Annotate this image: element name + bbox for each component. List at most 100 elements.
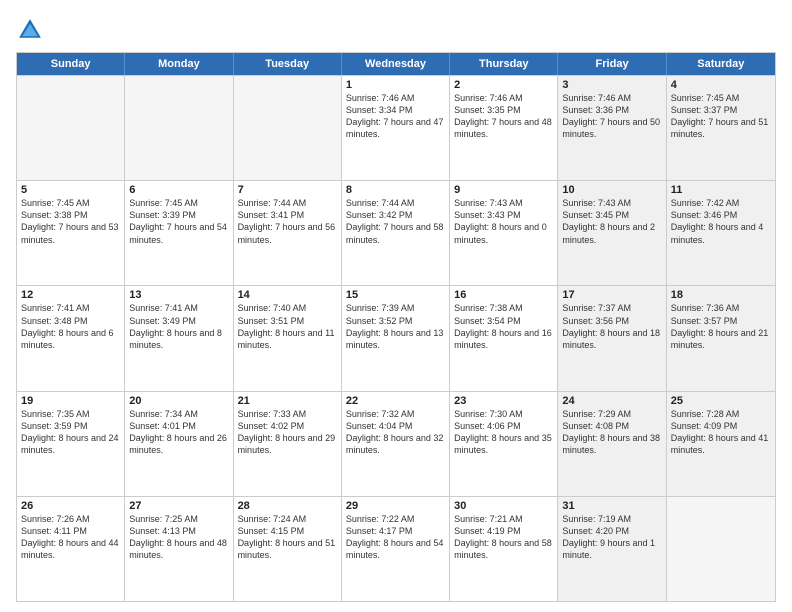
calendar-day-23: 23Sunrise: 7:30 AM Sunset: 4:06 PM Dayli… <box>450 392 558 496</box>
calendar-day-24: 24Sunrise: 7:29 AM Sunset: 4:08 PM Dayli… <box>558 392 666 496</box>
day-number: 9 <box>454 184 553 196</box>
calendar-day-31: 31Sunrise: 7:19 AM Sunset: 4:20 PM Dayli… <box>558 497 666 601</box>
calendar-day-3: 3Sunrise: 7:46 AM Sunset: 3:36 PM Daylig… <box>558 76 666 180</box>
calendar-day-2: 2Sunrise: 7:46 AM Sunset: 3:35 PM Daylig… <box>450 76 558 180</box>
calendar-day-6: 6Sunrise: 7:45 AM Sunset: 3:39 PM Daylig… <box>125 181 233 285</box>
day-number: 26 <box>21 500 120 512</box>
calendar-day-5: 5Sunrise: 7:45 AM Sunset: 3:38 PM Daylig… <box>17 181 125 285</box>
day-number: 14 <box>238 289 337 301</box>
calendar-day-7: 7Sunrise: 7:44 AM Sunset: 3:41 PM Daylig… <box>234 181 342 285</box>
cell-info: Sunrise: 7:45 AM Sunset: 3:39 PM Dayligh… <box>129 197 228 246</box>
calendar-day-13: 13Sunrise: 7:41 AM Sunset: 3:49 PM Dayli… <box>125 286 233 390</box>
calendar-day-29: 29Sunrise: 7:22 AM Sunset: 4:17 PM Dayli… <box>342 497 450 601</box>
day-number: 28 <box>238 500 337 512</box>
day-number: 5 <box>21 184 120 196</box>
cell-info: Sunrise: 7:28 AM Sunset: 4:09 PM Dayligh… <box>671 408 771 457</box>
day-number: 29 <box>346 500 445 512</box>
day-number: 21 <box>238 395 337 407</box>
cell-info: Sunrise: 7:25 AM Sunset: 4:13 PM Dayligh… <box>129 513 228 562</box>
day-number: 7 <box>238 184 337 196</box>
calendar-day-8: 8Sunrise: 7:44 AM Sunset: 3:42 PM Daylig… <box>342 181 450 285</box>
calendar-day-4: 4Sunrise: 7:45 AM Sunset: 3:37 PM Daylig… <box>667 76 775 180</box>
calendar-day-1: 1Sunrise: 7:46 AM Sunset: 3:34 PM Daylig… <box>342 76 450 180</box>
calendar-row-4: 19Sunrise: 7:35 AM Sunset: 3:59 PM Dayli… <box>17 391 775 496</box>
calendar-day-14: 14Sunrise: 7:40 AM Sunset: 3:51 PM Dayli… <box>234 286 342 390</box>
day-number: 13 <box>129 289 228 301</box>
day-number: 16 <box>454 289 553 301</box>
calendar-row-1: 1Sunrise: 7:46 AM Sunset: 3:34 PM Daylig… <box>17 75 775 180</box>
cell-info: Sunrise: 7:24 AM Sunset: 4:15 PM Dayligh… <box>238 513 337 562</box>
day-number: 31 <box>562 500 661 512</box>
cell-info: Sunrise: 7:32 AM Sunset: 4:04 PM Dayligh… <box>346 408 445 457</box>
cell-info: Sunrise: 7:46 AM Sunset: 3:34 PM Dayligh… <box>346 92 445 141</box>
calendar-day-16: 16Sunrise: 7:38 AM Sunset: 3:54 PM Dayli… <box>450 286 558 390</box>
calendar-day-10: 10Sunrise: 7:43 AM Sunset: 3:45 PM Dayli… <box>558 181 666 285</box>
calendar-day-11: 11Sunrise: 7:42 AM Sunset: 3:46 PM Dayli… <box>667 181 775 285</box>
calendar-row-5: 26Sunrise: 7:26 AM Sunset: 4:11 PM Dayli… <box>17 496 775 601</box>
cell-info: Sunrise: 7:30 AM Sunset: 4:06 PM Dayligh… <box>454 408 553 457</box>
calendar-empty-cell <box>17 76 125 180</box>
day-number: 11 <box>671 184 771 196</box>
cell-info: Sunrise: 7:34 AM Sunset: 4:01 PM Dayligh… <box>129 408 228 457</box>
calendar-empty-cell <box>234 76 342 180</box>
cell-info: Sunrise: 7:26 AM Sunset: 4:11 PM Dayligh… <box>21 513 120 562</box>
calendar: SundayMondayTuesdayWednesdayThursdayFrid… <box>16 52 776 602</box>
cell-info: Sunrise: 7:22 AM Sunset: 4:17 PM Dayligh… <box>346 513 445 562</box>
weekday-header-friday: Friday <box>558 53 666 75</box>
logo <box>16 16 48 44</box>
cell-info: Sunrise: 7:45 AM Sunset: 3:38 PM Dayligh… <box>21 197 120 246</box>
day-number: 1 <box>346 79 445 91</box>
cell-info: Sunrise: 7:19 AM Sunset: 4:20 PM Dayligh… <box>562 513 661 562</box>
calendar-header: SundayMondayTuesdayWednesdayThursdayFrid… <box>17 53 775 75</box>
calendar-row-3: 12Sunrise: 7:41 AM Sunset: 3:48 PM Dayli… <box>17 285 775 390</box>
day-number: 25 <box>671 395 771 407</box>
cell-info: Sunrise: 7:44 AM Sunset: 3:42 PM Dayligh… <box>346 197 445 246</box>
calendar-day-12: 12Sunrise: 7:41 AM Sunset: 3:48 PM Dayli… <box>17 286 125 390</box>
calendar-day-18: 18Sunrise: 7:36 AM Sunset: 3:57 PM Dayli… <box>667 286 775 390</box>
cell-info: Sunrise: 7:41 AM Sunset: 3:49 PM Dayligh… <box>129 302 228 351</box>
weekday-header-wednesday: Wednesday <box>342 53 450 75</box>
calendar-day-30: 30Sunrise: 7:21 AM Sunset: 4:19 PM Dayli… <box>450 497 558 601</box>
day-number: 15 <box>346 289 445 301</box>
calendar-day-22: 22Sunrise: 7:32 AM Sunset: 4:04 PM Dayli… <box>342 392 450 496</box>
day-number: 24 <box>562 395 661 407</box>
day-number: 17 <box>562 289 661 301</box>
weekday-header-thursday: Thursday <box>450 53 558 75</box>
day-number: 3 <box>562 79 661 91</box>
page: SundayMondayTuesdayWednesdayThursdayFrid… <box>0 0 792 612</box>
weekday-header-tuesday: Tuesday <box>234 53 342 75</box>
calendar-empty-cell <box>125 76 233 180</box>
day-number: 12 <box>21 289 120 301</box>
calendar-day-25: 25Sunrise: 7:28 AM Sunset: 4:09 PM Dayli… <box>667 392 775 496</box>
header <box>16 16 776 44</box>
cell-info: Sunrise: 7:29 AM Sunset: 4:08 PM Dayligh… <box>562 408 661 457</box>
day-number: 4 <box>671 79 771 91</box>
calendar-day-19: 19Sunrise: 7:35 AM Sunset: 3:59 PM Dayli… <box>17 392 125 496</box>
cell-info: Sunrise: 7:45 AM Sunset: 3:37 PM Dayligh… <box>671 92 771 141</box>
calendar-day-27: 27Sunrise: 7:25 AM Sunset: 4:13 PM Dayli… <box>125 497 233 601</box>
calendar-day-28: 28Sunrise: 7:24 AM Sunset: 4:15 PM Dayli… <box>234 497 342 601</box>
calendar-body: 1Sunrise: 7:46 AM Sunset: 3:34 PM Daylig… <box>17 75 775 601</box>
calendar-day-9: 9Sunrise: 7:43 AM Sunset: 3:43 PM Daylig… <box>450 181 558 285</box>
cell-info: Sunrise: 7:46 AM Sunset: 3:35 PM Dayligh… <box>454 92 553 141</box>
day-number: 30 <box>454 500 553 512</box>
day-number: 6 <box>129 184 228 196</box>
day-number: 18 <box>671 289 771 301</box>
cell-info: Sunrise: 7:33 AM Sunset: 4:02 PM Dayligh… <box>238 408 337 457</box>
day-number: 10 <box>562 184 661 196</box>
day-number: 19 <box>21 395 120 407</box>
calendar-day-21: 21Sunrise: 7:33 AM Sunset: 4:02 PM Dayli… <box>234 392 342 496</box>
weekday-header-saturday: Saturday <box>667 53 775 75</box>
day-number: 22 <box>346 395 445 407</box>
day-number: 23 <box>454 395 553 407</box>
day-number: 2 <box>454 79 553 91</box>
calendar-row-2: 5Sunrise: 7:45 AM Sunset: 3:38 PM Daylig… <box>17 180 775 285</box>
cell-info: Sunrise: 7:44 AM Sunset: 3:41 PM Dayligh… <box>238 197 337 246</box>
cell-info: Sunrise: 7:42 AM Sunset: 3:46 PM Dayligh… <box>671 197 771 246</box>
cell-info: Sunrise: 7:39 AM Sunset: 3:52 PM Dayligh… <box>346 302 445 351</box>
cell-info: Sunrise: 7:40 AM Sunset: 3:51 PM Dayligh… <box>238 302 337 351</box>
cell-info: Sunrise: 7:37 AM Sunset: 3:56 PM Dayligh… <box>562 302 661 351</box>
calendar-empty-cell <box>667 497 775 601</box>
cell-info: Sunrise: 7:35 AM Sunset: 3:59 PM Dayligh… <box>21 408 120 457</box>
calendar-day-26: 26Sunrise: 7:26 AM Sunset: 4:11 PM Dayli… <box>17 497 125 601</box>
